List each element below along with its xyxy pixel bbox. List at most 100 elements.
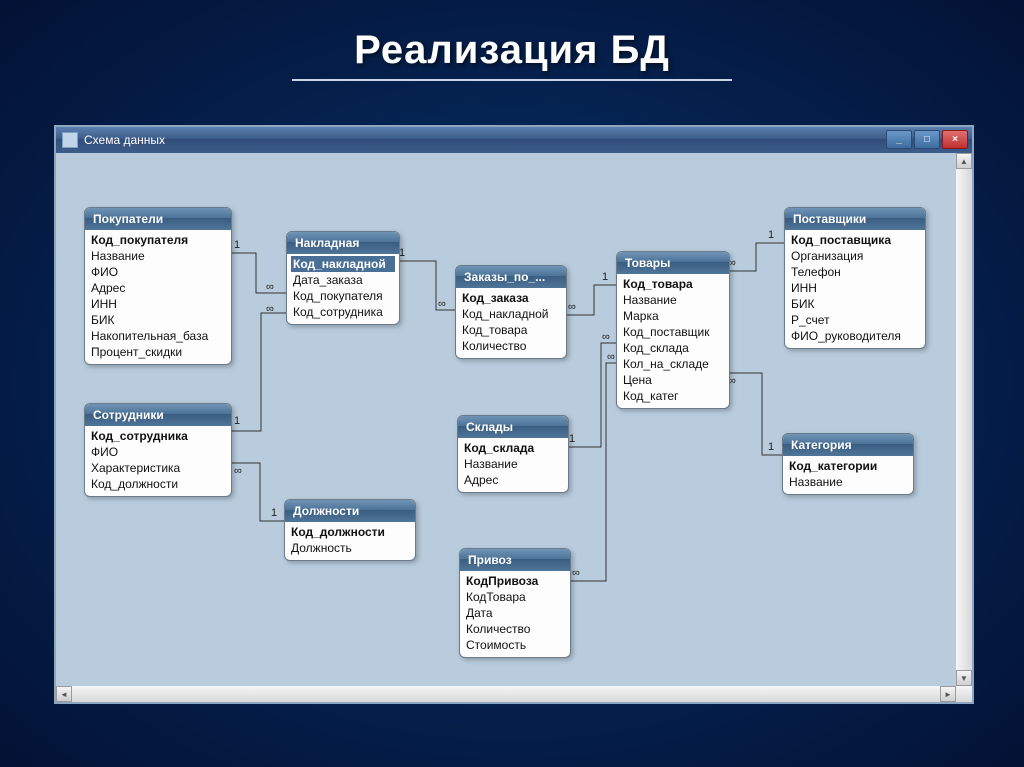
field-list: Код_накладнойДата_заказаКод_покупателяКо…	[287, 254, 399, 324]
field-list: Код_покупателяНазваниеФИОАдресИННБИКНако…	[85, 230, 231, 364]
scroll-down-button[interactable]: ▼	[956, 670, 972, 686]
card-one: 1	[602, 271, 608, 283]
field[interactable]: Код_накладной	[462, 306, 560, 322]
table-postavshiki[interactable]: Поставщики Код_поставщикаОрганизацияТеле…	[784, 207, 926, 349]
card-many: ∞	[438, 298, 446, 310]
field[interactable]: Стоимость	[466, 637, 564, 653]
field[interactable]: Дата_заказа	[293, 272, 393, 288]
table-dolzhnosti[interactable]: Должности Код_должностиДолжность	[284, 499, 416, 561]
table-kategoriya[interactable]: Категория Код_категорииНазвание	[782, 433, 914, 495]
close-button[interactable]: ×	[942, 130, 968, 149]
field[interactable]: Код_должности	[91, 476, 225, 492]
table-title: Привоз	[460, 549, 570, 571]
field[interactable]: Код_сотрудника	[293, 304, 393, 320]
field[interactable]: Код_сотрудника	[91, 428, 225, 444]
relationships-canvas[interactable]: 1 ∞ 1 ∞ ∞ 1 1 ∞ ∞ 1 1 ∞ ∞ ∞ ∞ 1 ∞ 1 Поку…	[56, 153, 956, 686]
field[interactable]: Цена	[623, 372, 723, 388]
table-nakladnaya[interactable]: Накладная Код_накладнойДата_заказаКод_по…	[286, 231, 400, 325]
field[interactable]: Организация	[791, 248, 919, 264]
field[interactable]: Марка	[623, 308, 723, 324]
card-many: ∞	[234, 465, 242, 477]
card-one: 1	[569, 433, 575, 445]
field[interactable]: КодТовара	[466, 589, 564, 605]
field[interactable]: Р_счет	[791, 312, 919, 328]
field-list: Код_заказаКод_накладнойКод_товараКоличес…	[456, 288, 566, 358]
window-title: Схема данных	[84, 133, 165, 147]
field[interactable]: Код_накладной	[291, 256, 395, 272]
field[interactable]: Телефон	[791, 264, 919, 280]
field[interactable]: БИК	[91, 312, 225, 328]
card-one: 1	[234, 239, 240, 251]
field[interactable]: Процент_скидки	[91, 344, 225, 360]
field[interactable]: ФИО	[91, 444, 225, 460]
field[interactable]: Накопительная_база	[91, 328, 225, 344]
table-title: Должности	[285, 500, 415, 522]
field[interactable]: Код_товара	[462, 322, 560, 338]
field[interactable]: Код_поставщик	[623, 324, 723, 340]
card-many: ∞	[607, 351, 615, 363]
table-sklady[interactable]: Склады Код_складаНазваниеАдрес	[457, 415, 569, 493]
card-many: ∞	[572, 567, 580, 579]
scroll-up-button[interactable]: ▲	[956, 153, 972, 169]
maximize-button[interactable]: □	[914, 130, 940, 149]
field-list: Код_должностиДолжность	[285, 522, 415, 560]
scroll-right-button[interactable]: ►	[940, 686, 956, 702]
field[interactable]: Количество	[462, 338, 560, 354]
slide-title: Реализация БД	[0, 0, 1024, 73]
field-list: КодПривозаКодТовараДатаКоличествоСтоимос…	[460, 571, 570, 657]
window-titlebar: Схема данных _ □ ×	[56, 127, 972, 153]
field[interactable]: Характеристика	[91, 460, 225, 476]
field[interactable]: ИНН	[91, 296, 225, 312]
field[interactable]: Код_товара	[623, 276, 723, 292]
card-one: 1	[234, 415, 240, 427]
table-title: Категория	[783, 434, 913, 456]
field[interactable]: Код_категории	[789, 458, 907, 474]
scroll-left-button[interactable]: ◄	[56, 686, 72, 702]
card-one: 1	[768, 229, 774, 241]
table-title: Покупатели	[85, 208, 231, 230]
field[interactable]: ФИО_руководителя	[791, 328, 919, 344]
field[interactable]: Количество	[466, 621, 564, 637]
field-list: Код_категорииНазвание	[783, 456, 913, 494]
field[interactable]: Название	[623, 292, 723, 308]
field[interactable]: Код_заказа	[462, 290, 560, 306]
field[interactable]: Код_покупателя	[293, 288, 393, 304]
card-many: ∞	[266, 303, 274, 315]
field[interactable]: Код_поставщика	[791, 232, 919, 248]
card-many: ∞	[568, 301, 576, 313]
horizontal-scrollbar[interactable]: ◄ ►	[56, 686, 972, 702]
field[interactable]: Название	[464, 456, 562, 472]
field-list: Код_товараНазваниеМаркаКод_поставщикКод_…	[617, 274, 729, 408]
table-title: Накладная	[287, 232, 399, 254]
field[interactable]: ФИО	[91, 264, 225, 280]
table-pokupateli[interactable]: Покупатели Код_покупателяНазваниеФИОАдре…	[84, 207, 232, 365]
table-sotrudniki[interactable]: Сотрудники Код_сотрудникаФИОХарактеристи…	[84, 403, 232, 497]
field[interactable]: БИК	[791, 296, 919, 312]
field[interactable]: Код_склада	[623, 340, 723, 356]
field[interactable]: Код_покупателя	[91, 232, 225, 248]
field[interactable]: Кол_на_складе	[623, 356, 723, 372]
field[interactable]: Адрес	[91, 280, 225, 296]
field[interactable]: Код_должности	[291, 524, 409, 540]
field[interactable]: ИНН	[791, 280, 919, 296]
field[interactable]: Дата	[466, 605, 564, 621]
field[interactable]: Название	[91, 248, 225, 264]
card-one: 1	[768, 441, 774, 453]
field[interactable]: КодПривоза	[466, 573, 564, 589]
title-underline	[292, 79, 732, 81]
table-zakazy[interactable]: Заказы_по_... Код_заказаКод_накладнойКод…	[455, 265, 567, 359]
table-title: Сотрудники	[85, 404, 231, 426]
table-title: Заказы_по_...	[456, 266, 566, 288]
table-privoz[interactable]: Привоз КодПривозаКодТовараДатаКоличество…	[459, 548, 571, 658]
table-tovary[interactable]: Товары Код_товараНазваниеМаркаКод_постав…	[616, 251, 730, 409]
field[interactable]: Код_склада	[464, 440, 562, 456]
field[interactable]: Код_катег	[623, 388, 723, 404]
field[interactable]: Адрес	[464, 472, 562, 488]
app-window: Схема данных _ □ ×	[54, 125, 974, 704]
field[interactable]: Название	[789, 474, 907, 490]
table-title: Товары	[617, 252, 729, 274]
field-list: Код_складаНазваниеАдрес	[458, 438, 568, 492]
vertical-scrollbar[interactable]: ▲ ▼	[956, 153, 972, 686]
field[interactable]: Должность	[291, 540, 409, 556]
minimize-button[interactable]: _	[886, 130, 912, 149]
